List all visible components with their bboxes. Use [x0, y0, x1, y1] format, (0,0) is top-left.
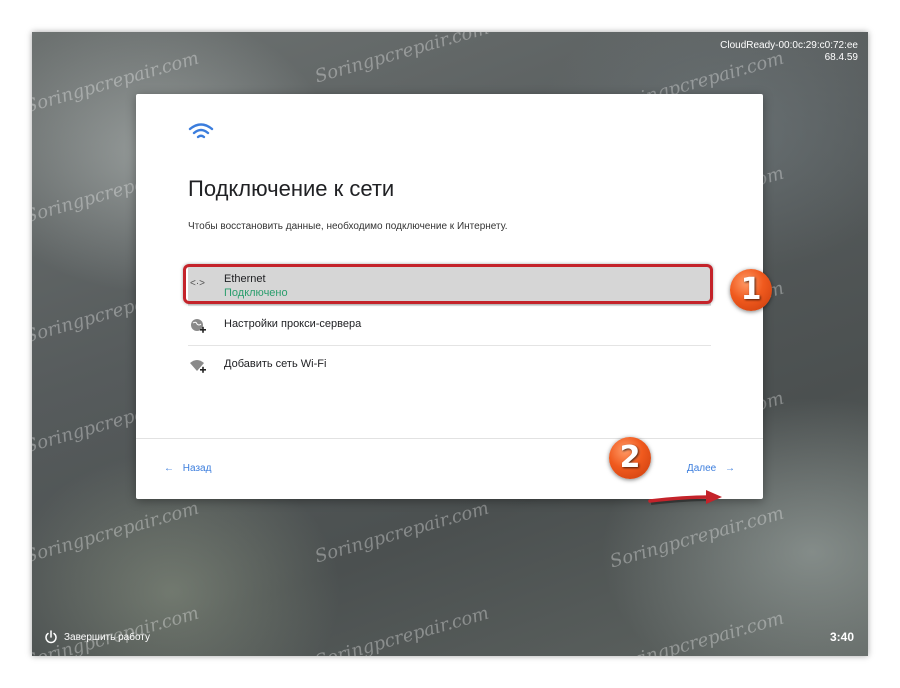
- clock: 3:40: [829, 630, 854, 644]
- wifi-icon: [188, 123, 214, 139]
- back-button[interactable]: ← Назад: [164, 463, 211, 474]
- wifi-plus-icon: [190, 360, 206, 373]
- watermark: Soringpcrepair.com: [312, 497, 492, 568]
- watermark: Soringpcrepair.com: [312, 32, 492, 88]
- next-button[interactable]: Далее →: [687, 463, 735, 474]
- arrow-left-icon: ←: [164, 463, 174, 474]
- shutdown-label: Завершить работу: [64, 631, 150, 643]
- watermark: Soringpcrepair.com: [607, 502, 787, 573]
- annotation-arrow-icon: [648, 490, 722, 505]
- network-item-proxy-settings[interactable]: Настройки прокси-сервера: [188, 306, 711, 346]
- device-hostname: CloudReady-00:0c:29:c0:72:ee: [720, 40, 858, 51]
- back-label: Назад: [182, 463, 212, 474]
- annotation-badge-2: 2: [609, 437, 651, 479]
- watermark: Soringpcrepair.com: [607, 607, 787, 656]
- annotation-badge-1: 1: [730, 269, 772, 311]
- watermark: Soringpcrepair.com: [312, 602, 492, 656]
- network-label: Добавить сеть Wi-Fi: [224, 358, 327, 370]
- desktop-screen: Soringpcrepair.com Soringpcrepair.com So…: [32, 32, 868, 656]
- arrow-right-icon: →: [725, 463, 735, 474]
- page-title: Подключение к сети: [188, 176, 395, 201]
- device-version: 68.4.59: [824, 52, 858, 63]
- shutdown-button[interactable]: Завершить работу: [44, 630, 150, 644]
- watermark: Soringpcrepair.com: [32, 497, 202, 568]
- page-subtitle: Чтобы восстановить данные, необходимо по…: [188, 221, 508, 232]
- footer-divider: [136, 438, 763, 439]
- device-info: CloudReady-00:0c:29:c0:72:ee 68.4.59: [720, 40, 858, 64]
- network-item-add-wifi[interactable]: Добавить сеть Wi-Fi: [188, 346, 711, 385]
- next-label: Далее: [686, 463, 717, 474]
- network-dialog: Подключение к сети Чтобы восстановить да…: [136, 94, 763, 499]
- annotation-highlight: [183, 264, 713, 304]
- power-icon: [45, 630, 57, 644]
- network-label: Настройки прокси-сервера: [224, 318, 362, 330]
- globe-plus-icon: [191, 319, 206, 333]
